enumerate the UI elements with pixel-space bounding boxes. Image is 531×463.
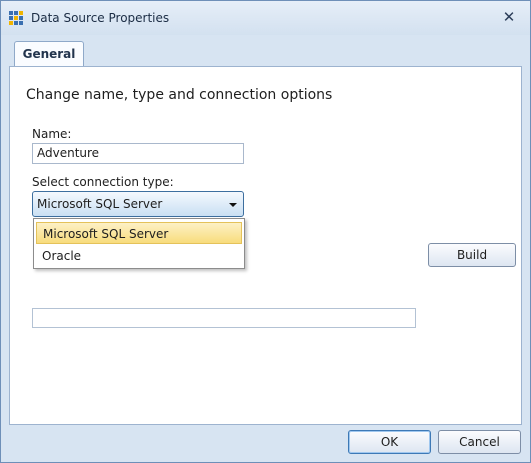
title-bar: Data Source Properties ✕	[1, 1, 530, 35]
ok-button[interactable]: OK	[348, 430, 431, 454]
close-icon[interactable]: ✕	[500, 8, 518, 26]
cancel-button[interactable]: Cancel	[438, 430, 521, 454]
dropdown-option-oracle[interactable]: Oracle	[36, 245, 242, 267]
general-panel: Change name, type and connection options…	[9, 66, 522, 425]
name-label: Name:	[32, 127, 72, 141]
tab-general[interactable]: General	[14, 41, 84, 67]
connection-string-field[interactable]	[32, 308, 416, 328]
panel-heading: Change name, type and connection options	[26, 87, 333, 103]
data-source-properties-dialog: Data Source Properties ✕ General Change …	[0, 0, 531, 463]
dialog-title: Data Source Properties	[31, 11, 170, 25]
connection-type-label: Select connection type:	[32, 175, 174, 189]
app-icon	[9, 11, 23, 25]
chevron-down-icon[interactable]	[229, 203, 237, 207]
connection-type-selected-value: Microsoft SQL Server	[37, 197, 163, 211]
connection-type-dropdown-list: Microsoft SQL Server Oracle	[33, 218, 245, 269]
name-field[interactable]: Adventure	[32, 143, 244, 164]
dropdown-option-sql-server[interactable]: Microsoft SQL Server	[36, 222, 242, 244]
build-button[interactable]: Build	[428, 243, 516, 267]
connection-type-select[interactable]: Microsoft SQL Server	[32, 191, 244, 217]
